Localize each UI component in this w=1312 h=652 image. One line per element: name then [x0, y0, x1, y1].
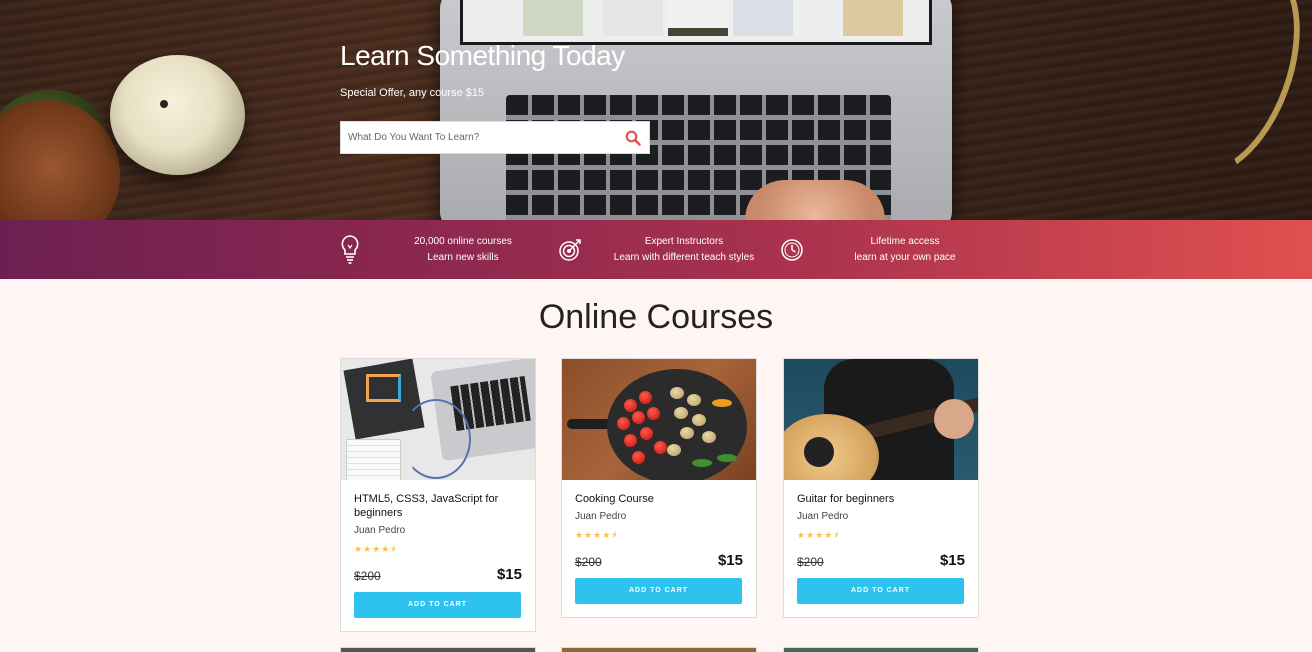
feature-lifetime-title: Lifetime access	[870, 235, 940, 247]
course-card-guitar[interactable]: Guitar for beginners Juan Pedro ★★★★⯨ $2…	[783, 358, 979, 618]
rating-stars: ★★★★⯨	[797, 530, 840, 540]
search-icon[interactable]	[617, 122, 649, 153]
feature-instructors-subtitle: Learn with different teach styles	[613, 251, 755, 263]
course-author: Juan Pedro	[354, 525, 406, 536]
current-price: $15	[939, 552, 965, 569]
course-image-html[interactable]	[341, 359, 535, 480]
hero-content: Learn Something Today Special Offer, any…	[340, 40, 650, 154]
feature-courses-subtitle: Learn new skills	[427, 251, 499, 263]
laptop-image	[440, 0, 952, 220]
feature-instructors-title: Expert Instructors	[644, 235, 724, 247]
course-card-peek[interactable]	[561, 647, 757, 652]
hero-title: Learn Something Today	[340, 40, 625, 71]
target-icon	[558, 235, 582, 265]
hand-image	[745, 180, 885, 220]
search-input[interactable]	[341, 122, 617, 153]
hero-banner: Learn Something Today Special Offer, any…	[0, 0, 1312, 220]
old-price: $200	[354, 569, 381, 583]
course-author: Juan Pedro	[797, 511, 849, 522]
rating-stars: ★★★★⯨	[354, 544, 397, 554]
course-card-cooking[interactable]: Cooking Course Juan Pedro ★★★★⯨ $200 $15…	[561, 358, 757, 618]
add-to-cart-button[interactable]: ADD TO CART	[797, 578, 964, 604]
old-price: $200	[575, 555, 602, 569]
feature-instructors: Expert Instructors Learn with different …	[558, 220, 759, 279]
feature-courses-title: 20,000 online courses	[414, 235, 512, 247]
section-title: Online Courses	[538, 298, 774, 336]
current-price: $15	[717, 552, 743, 569]
course-title[interactable]: Guitar for beginners	[797, 492, 965, 506]
search-bar	[340, 121, 650, 154]
rating-stars: ★★★★⯨	[575, 530, 618, 540]
course-title[interactable]: Cooking Course	[575, 492, 743, 506]
course-card-peek[interactable]	[340, 647, 536, 652]
course-card-peek[interactable]	[783, 647, 979, 652]
course-author: Juan Pedro	[575, 511, 627, 522]
course-card-html[interactable]: HTML5, CSS3, JavaScript for beginners Ju…	[340, 358, 536, 632]
add-to-cart-button[interactable]: ADD TO CART	[354, 592, 521, 618]
feature-lifetime: Lifetime access learn at your own pace	[780, 220, 970, 279]
feature-lifetime-subtitle: learn at your own pace	[854, 251, 956, 263]
course-title[interactable]: HTML5, CSS3, JavaScript for beginners	[354, 492, 522, 520]
lightbulb-icon	[338, 234, 362, 265]
features-bar: 20,000 online courses Learn new skills E…	[0, 220, 1312, 279]
hero-subtitle: Special Offer, any course $15	[340, 87, 485, 99]
course-image-cooking[interactable]	[562, 359, 756, 480]
feature-courses: 20,000 online courses Learn new skills	[338, 220, 518, 279]
candle-decoration	[110, 55, 245, 175]
course-image-guitar[interactable]	[784, 359, 978, 480]
add-to-cart-button[interactable]: ADD TO CART	[575, 578, 742, 604]
current-price: $15	[496, 566, 522, 583]
old-price: $200	[797, 555, 824, 569]
clock-icon	[780, 235, 804, 265]
